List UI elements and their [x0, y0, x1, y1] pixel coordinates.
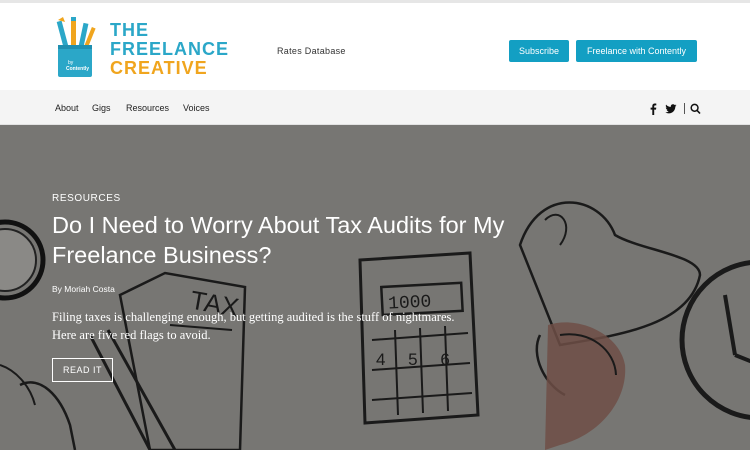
hero-title[interactable]: Do I Need to Worry About Tax Audits for …: [52, 210, 512, 270]
hero-excerpt: Filing taxes is challenging enough, but …: [52, 310, 455, 342]
nav-divider: [684, 102, 685, 114]
site-logo[interactable]: by Contently THE FREELANCE CREATIVE: [54, 17, 228, 83]
nav-item-gigs[interactable]: Gigs: [92, 103, 111, 113]
facebook-icon[interactable]: [648, 102, 659, 115]
freelance-with-contently-button[interactable]: Freelance with Contently: [576, 40, 697, 62]
main-nav: About Gigs Resources Voices: [0, 90, 750, 125]
subscribe-button[interactable]: Subscribe: [509, 40, 569, 62]
logo-badge-contently: Contently: [66, 66, 89, 72]
read-it-button[interactable]: READ IT: [52, 358, 113, 382]
search-icon[interactable]: [690, 102, 701, 115]
nav-item-resources[interactable]: Resources: [126, 103, 169, 113]
logo-line-1: THE: [110, 20, 149, 40]
pencil-cup-logo-icon: by Contently: [54, 17, 102, 79]
hero-banner[interactable]: TAX 1000 4 5 6 RESOURCES Do I Need to Wo…: [0, 125, 750, 450]
site-header: by Contently THE FREELANCE CREATIVE Rate…: [0, 0, 750, 90]
calculator-keys-text: 4 5 6: [376, 350, 459, 369]
hero-category[interactable]: RESOURCES: [52, 193, 121, 204]
logo-wordmark: THE FREELANCE CREATIVE: [110, 21, 229, 78]
rates-database-link[interactable]: Rates Database: [277, 46, 346, 56]
logo-line-2: FREELANCE: [110, 39, 230, 59]
nav-item-about[interactable]: About: [55, 103, 79, 113]
logo-line-3: CREATIVE: [110, 58, 208, 78]
nav-item-voices[interactable]: Voices: [183, 103, 210, 113]
social-links: [648, 101, 707, 115]
hero-author[interactable]: By Moriah Costa: [52, 284, 115, 294]
twitter-icon[interactable]: [665, 102, 677, 114]
